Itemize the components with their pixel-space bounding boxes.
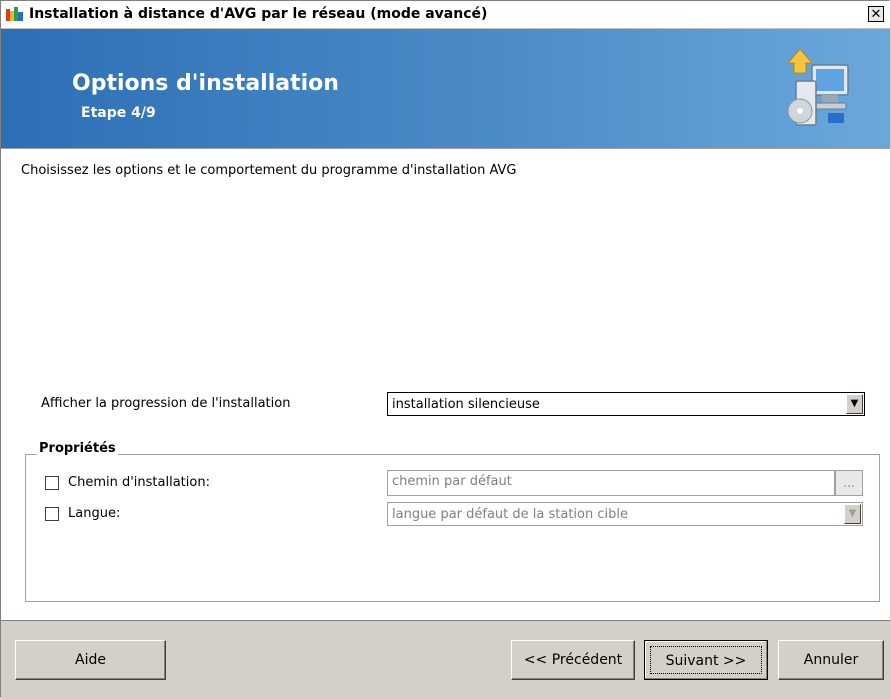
cancel-button[interactable]: Annuler (778, 640, 884, 680)
computer-install-icon (786, 48, 849, 126)
wizard-footer: Aide << Précédent Suivant >> Annuler (1, 620, 890, 698)
title-bar[interactable]: Installation à distance d'AVG par le rés… (1, 1, 890, 29)
language-label: Langue: (68, 506, 121, 521)
chevron-down-icon[interactable]: ▼ (844, 504, 861, 524)
properties-title: Propriétés (37, 441, 118, 456)
language-select[interactable]: langue par défaut de la station cible ▼ (387, 502, 863, 526)
step-indicator: Etape 4/9 (81, 105, 156, 121)
install-path-label: Chemin d'installation: (68, 475, 210, 490)
next-button-focus: Suivant >> (650, 646, 762, 674)
chevron-down-icon[interactable]: ▼ (846, 394, 863, 414)
close-button[interactable]: ✕ (868, 6, 884, 22)
install-path-field[interactable]: chemin par défaut (387, 470, 835, 496)
install-path-checkbox[interactable] (45, 476, 59, 490)
avg-logo-icon (6, 7, 23, 21)
progress-display-select[interactable]: installation silencieuse ▼ (387, 392, 865, 416)
language-value: langue par défaut de la station cible (392, 507, 628, 522)
next-button[interactable]: Suivant >> (644, 640, 768, 680)
wizard-body: Choisissez les options et le comportemen… (1, 148, 890, 620)
wizard-header: Options d'installation Etape 4/9 (1, 29, 890, 148)
language-checkbox[interactable] (45, 507, 59, 521)
window-title: Installation à distance d'AVG par le rés… (29, 6, 488, 22)
progress-display-value: installation silencieuse (392, 397, 540, 412)
previous-button[interactable]: << Précédent (511, 640, 635, 680)
installer-window: Installation à distance d'AVG par le rés… (0, 0, 890, 698)
progress-label: Afficher la progression de l'installatio… (41, 396, 291, 411)
help-button[interactable]: Aide (15, 640, 166, 680)
install-path-value: chemin par défaut (392, 474, 512, 489)
page-title: Options d'installation (72, 71, 339, 96)
description-text: Choisissez les options et le comportemen… (21, 163, 517, 178)
browse-button[interactable]: ... (835, 470, 863, 496)
